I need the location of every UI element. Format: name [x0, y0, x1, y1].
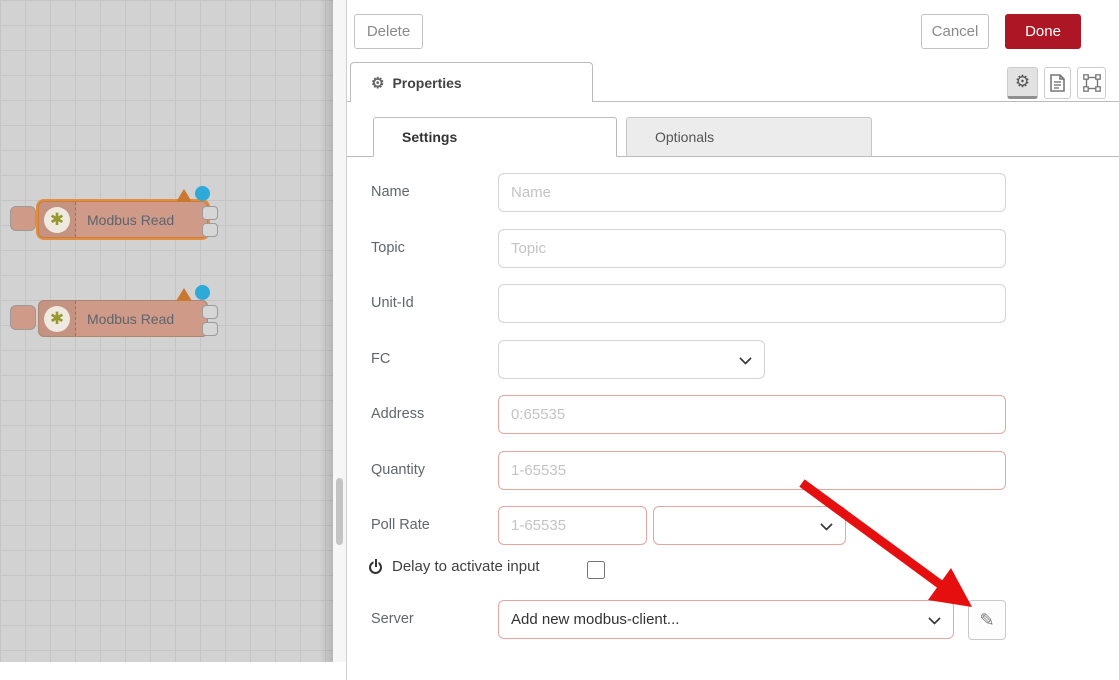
poll-rate-input[interactable] — [498, 506, 647, 545]
canvas-edge-shadow — [319, 0, 333, 662]
delete-button[interactable]: Delete — [354, 14, 423, 49]
server-select-value: Add new modbus-client... — [511, 611, 679, 628]
node-icon-zone: ✱ — [39, 202, 76, 237]
node-label: Modbus Read — [87, 301, 174, 336]
node-warning-triangle-icon — [176, 288, 192, 301]
address-label: Address — [371, 406, 424, 422]
delay-row: Delay to activate input — [369, 558, 540, 575]
unit-id-label: Unit-Id — [371, 295, 414, 311]
name-input[interactable] — [498, 173, 1006, 212]
topic-input[interactable] — [498, 229, 1006, 268]
properties-section-tab[interactable]: ⚙ Properties — [350, 62, 593, 102]
tab-optionals[interactable]: Optionals — [626, 117, 872, 157]
server-select[interactable]: Add new modbus-client... — [498, 600, 954, 639]
name-label: Name — [371, 184, 410, 200]
gear-icon: ⚙ — [1015, 72, 1030, 92]
fc-select[interactable] — [498, 340, 765, 379]
node-edit-tray: Delete Cancel Done ⚙ Properties ⚙ — [346, 0, 1119, 680]
node-output-port-2[interactable] — [202, 322, 218, 336]
edit-server-button[interactable]: ✎ — [968, 600, 1006, 640]
modbus-asterisk-icon: ✱ — [44, 306, 70, 332]
chevron-down-icon — [820, 518, 833, 531]
scrollbar-thumb[interactable] — [336, 478, 343, 545]
chevron-down-icon — [739, 352, 752, 365]
modbus-asterisk-icon: ✱ — [44, 207, 70, 233]
description-toolbar-button[interactable] — [1044, 67, 1071, 99]
quantity-input[interactable] — [498, 451, 1006, 490]
node-output-port-1[interactable] — [202, 305, 218, 319]
appearance-icon — [1083, 74, 1101, 92]
delay-checkbox[interactable] — [587, 561, 605, 579]
poll-rate-label: Poll Rate — [371, 517, 430, 533]
quantity-label: Quantity — [371, 462, 425, 478]
description-icon — [1050, 74, 1065, 92]
node-output-port-2[interactable] — [202, 223, 218, 237]
node-icon-zone: ✱ — [39, 301, 76, 336]
delay-label: Delay to activate input — [392, 558, 540, 575]
chevron-down-icon — [928, 612, 941, 625]
node-changed-dot-icon — [195, 186, 210, 201]
flow-workspace[interactable]: ✱ Modbus Read ✱ Modbus Read — [0, 0, 333, 662]
node-body[interactable]: ✱ Modbus Read — [38, 300, 208, 337]
appearance-toolbar-button[interactable] — [1077, 67, 1106, 99]
cancel-button[interactable]: Cancel — [921, 14, 989, 49]
poll-rate-unit-select[interactable] — [653, 506, 846, 545]
node-output-port-1[interactable] — [202, 206, 218, 220]
power-icon — [369, 559, 385, 575]
node-red-editor: ✱ Modbus Read ✱ Modbus Read — [0, 0, 1119, 680]
properties-tab-label: Properties — [392, 75, 461, 91]
node-label: Modbus Read — [87, 202, 174, 237]
address-input[interactable] — [498, 395, 1006, 434]
node-input-port[interactable] — [10, 206, 36, 231]
unit-id-input[interactable] — [498, 284, 1006, 323]
server-label: Server — [371, 611, 414, 627]
topic-label: Topic — [371, 240, 405, 256]
gear-icon: ⚙ — [371, 74, 384, 92]
fc-label: FC — [371, 351, 390, 367]
modbus-read-node[interactable]: ✱ Modbus Read — [10, 186, 225, 244]
done-button[interactable]: Done — [1005, 14, 1081, 49]
pencil-icon: ✎ — [979, 610, 994, 631]
modbus-read-node[interactable]: ✱ Modbus Read — [10, 285, 225, 343]
node-changed-dot-icon — [195, 285, 210, 300]
scrollbar-track[interactable] — [333, 0, 346, 662]
node-warning-triangle-icon — [176, 189, 192, 202]
node-input-port[interactable] — [10, 305, 36, 330]
node-body[interactable]: ✱ Modbus Read — [38, 201, 208, 238]
tab-settings[interactable]: Settings — [373, 117, 617, 157]
properties-toolbar-button[interactable]: ⚙ — [1007, 67, 1038, 99]
